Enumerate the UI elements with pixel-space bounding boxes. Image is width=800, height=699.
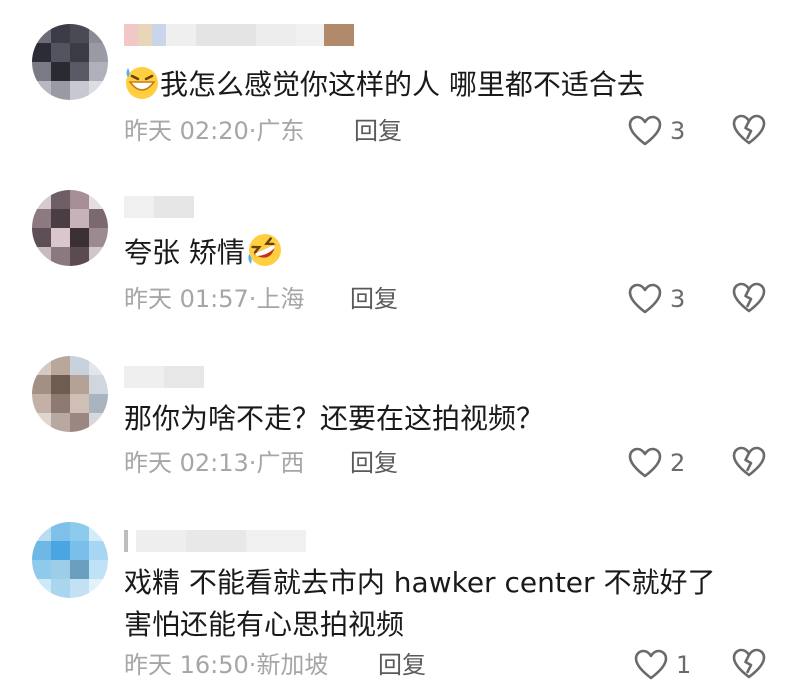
username-blurred[interactable]: [124, 196, 194, 218]
broken-heart-icon: [732, 282, 766, 313]
avatar[interactable]: [32, 522, 108, 598]
username-blurred[interactable]: [124, 24, 354, 46]
heart-icon: [628, 447, 662, 478]
comment-meta: 昨天 16:50·新加坡: [124, 650, 328, 680]
dislike-button[interactable]: [732, 282, 766, 316]
comment-location: 广东: [256, 117, 305, 145]
dislike-button[interactable]: [732, 446, 766, 480]
like-count: 2: [670, 449, 686, 477]
username-blurred[interactable]: [124, 530, 306, 552]
username-blurred[interactable]: [124, 366, 204, 388]
comment-location: 广西: [256, 449, 305, 477]
comment-time: 昨天 16:50: [124, 651, 249, 679]
comment-time: 昨天 02:13: [124, 449, 249, 477]
like-button[interactable]: 3: [628, 114, 685, 148]
broken-heart-icon: [732, 648, 766, 679]
heart-icon: [628, 283, 662, 314]
comment-text-content: 我怎么感觉你这样的人 哪里都不适合去: [160, 68, 645, 101]
broken-heart-icon: [732, 446, 766, 477]
comment-text-line: 害怕还能有心思拍视频: [124, 608, 405, 641]
reply-button[interactable]: 回复: [378, 650, 426, 680]
grinning-sweat-emoji: [126, 67, 158, 99]
comment-text: 那你为啥不走？还要在这拍视频？: [124, 398, 544, 440]
comment-text-content: 那你为啥不走？还要在这拍视频？: [124, 402, 545, 435]
rolling-laughing-emoji: [248, 234, 281, 266]
reply-button[interactable]: 回复: [350, 448, 398, 478]
comment-text: 夸张 矫情: [124, 232, 283, 274]
dislike-button[interactable]: [732, 648, 766, 682]
comment-text: 我怎么感觉你这样的人 哪里都不适合去: [124, 64, 645, 106]
heart-icon: [634, 649, 668, 680]
comment-time: 昨天 01:57: [124, 285, 249, 313]
like-button[interactable]: 2: [628, 446, 685, 480]
comment-text-content: 夸张 矫情: [124, 236, 245, 269]
like-count: 3: [670, 117, 686, 145]
avatar[interactable]: [32, 24, 108, 100]
reply-button[interactable]: 回复: [354, 116, 402, 146]
comment-meta: 昨天 02:13·广西: [124, 448, 304, 478]
comment-meta: 昨天 01:57·上海: [124, 284, 304, 314]
reply-button[interactable]: 回复: [350, 284, 398, 314]
avatar[interactable]: [32, 356, 108, 432]
comment-location: 新加坡: [256, 651, 329, 679]
comment-location: 上海: [256, 285, 305, 313]
dislike-button[interactable]: [732, 114, 766, 148]
like-button[interactable]: 1: [634, 648, 691, 682]
comment-meta: 昨天 02:20·广东: [124, 116, 304, 146]
comment-text-line: 戏精 不能看就去市内 hawker center 不就好了: [124, 566, 716, 599]
like-count: 1: [676, 651, 692, 679]
heart-icon: [628, 115, 662, 146]
like-count: 3: [670, 285, 686, 313]
avatar[interactable]: [32, 190, 108, 266]
like-button[interactable]: 3: [628, 282, 685, 316]
comment-text: 戏精 不能看就去市内 hawker center 不就好了 害怕还能有心思拍视频: [124, 562, 715, 646]
comment-time: 昨天 02:20: [124, 117, 249, 145]
broken-heart-icon: [732, 114, 766, 145]
